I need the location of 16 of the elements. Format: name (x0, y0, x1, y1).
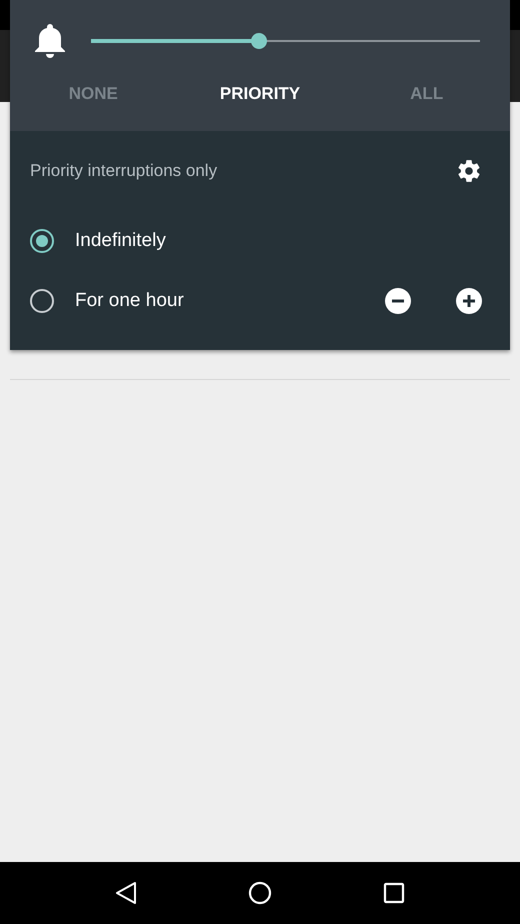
settings-icon[interactable] (456, 158, 482, 184)
mode-title: Priority interruptions only (30, 161, 218, 181)
plus-icon[interactable] (456, 288, 482, 314)
radio-button[interactable] (30, 229, 54, 253)
mode-tab[interactable]: ALL (343, 84, 510, 104)
back-icon[interactable] (115, 881, 138, 905)
volume-slider-thumb[interactable] (251, 33, 268, 49)
recents-icon[interactable] (382, 882, 405, 904)
home-icon[interactable] (248, 881, 272, 905)
option-label: For one hour (75, 290, 185, 312)
mode-tab[interactable]: NONE (10, 84, 177, 104)
mode-tab[interactable]: PRIORITY (176, 84, 344, 104)
minus-icon[interactable] (385, 288, 411, 314)
radio-button[interactable] (30, 289, 54, 313)
option-label: Indefinitely (75, 230, 167, 252)
bell-icon (34, 23, 66, 59)
